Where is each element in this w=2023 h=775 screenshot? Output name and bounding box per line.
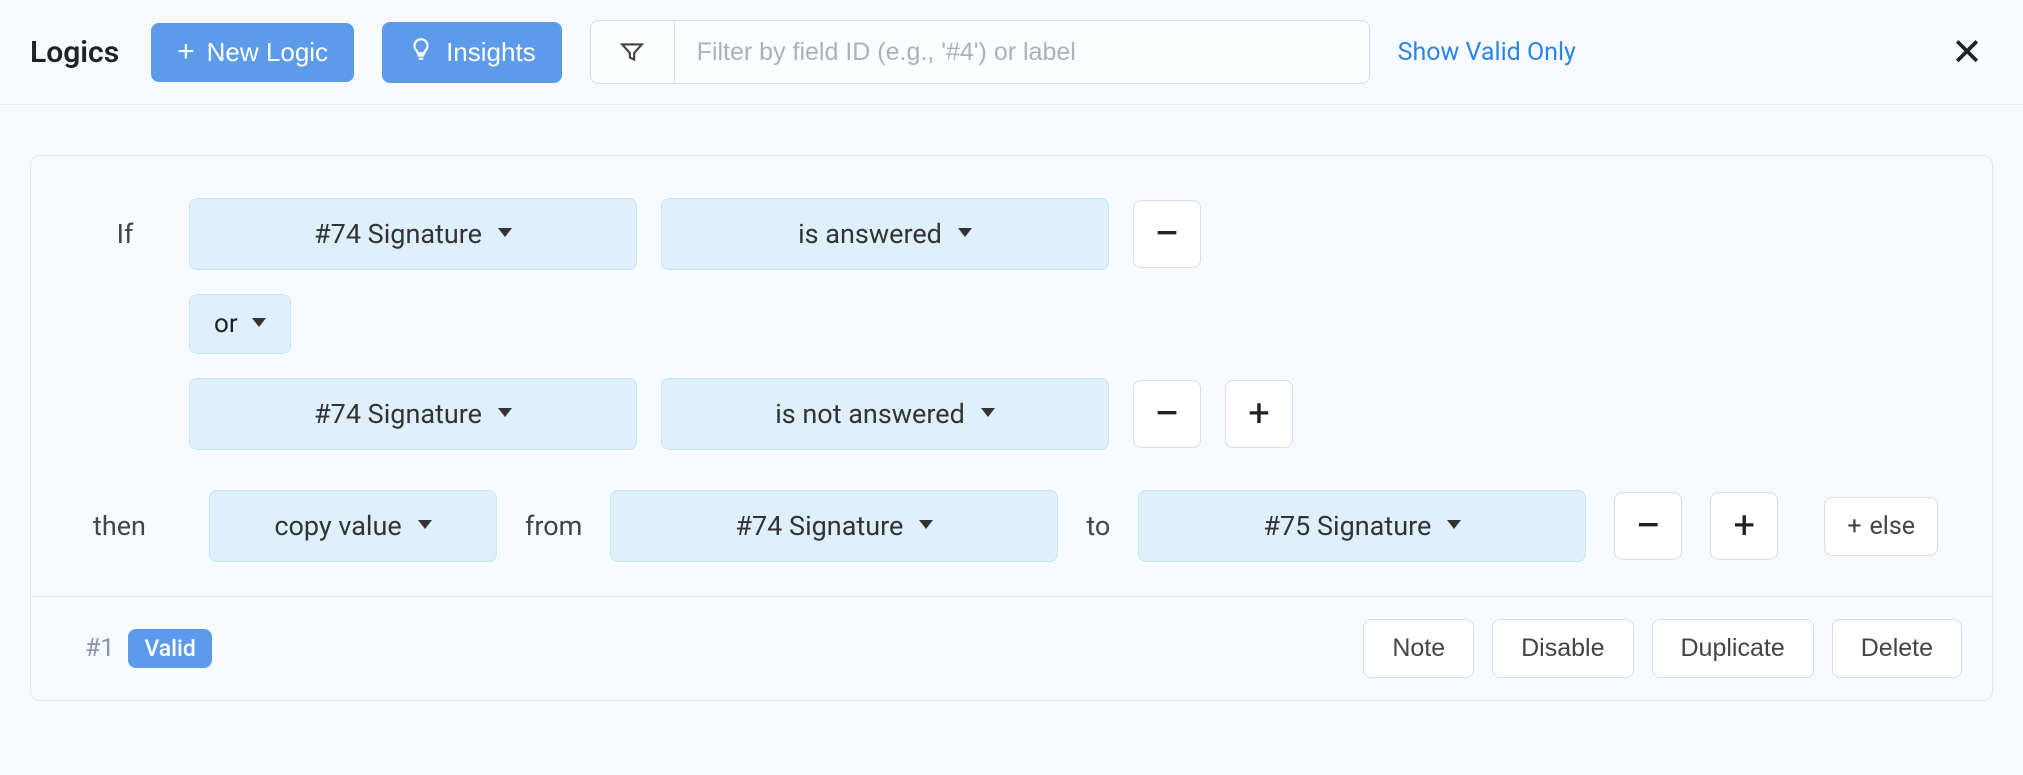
header-bar: Logics + New Logic Insights Show Valid O… — [0, 0, 2023, 105]
insights-button[interactable]: Insights — [382, 22, 562, 83]
delete-button[interactable]: Delete — [1832, 619, 1962, 678]
add-action-button[interactable]: + — [1710, 492, 1778, 560]
logic-connector-select[interactable]: or — [189, 294, 291, 354]
plus-icon: + — [177, 37, 195, 67]
logic-card: If #74 Signature is answered − or #74 Si… — [30, 155, 1993, 701]
filter-icon-button[interactable] — [591, 21, 675, 83]
close-icon[interactable]: ✕ — [1951, 30, 1993, 75]
disable-button[interactable]: Disable — [1492, 619, 1633, 678]
condition-row: #74 Signature is not answered − + — [85, 378, 1938, 450]
condition-field-label: #74 Signature — [314, 218, 482, 250]
else-label: else — [1870, 512, 1916, 541]
new-logic-button[interactable]: + New Logic — [151, 23, 354, 82]
chevron-down-icon — [919, 520, 933, 529]
condition-operator-select[interactable]: is answered — [661, 198, 1109, 270]
to-keyword: to — [1086, 510, 1110, 542]
action-to-select[interactable]: #75 Signature — [1138, 490, 1586, 562]
note-button[interactable]: Note — [1363, 619, 1474, 678]
action-row: then copy value from #74 Signature to #7… — [85, 490, 1938, 562]
action-type-select[interactable]: copy value — [209, 490, 497, 562]
or-label: or — [214, 309, 238, 339]
filter-input[interactable] — [675, 38, 1369, 67]
duplicate-button[interactable]: Duplicate — [1652, 619, 1814, 678]
add-else-button[interactable]: + else — [1824, 497, 1938, 556]
action-from-select[interactable]: #74 Signature — [610, 490, 1058, 562]
new-logic-label: New Logic — [207, 37, 328, 68]
remove-condition-button[interactable]: − — [1133, 200, 1201, 268]
chevron-down-icon — [958, 228, 972, 237]
action-from-label: #74 Signature — [735, 510, 903, 542]
remove-action-button[interactable]: − — [1614, 492, 1682, 560]
condition-operator-label: is not answered — [775, 398, 965, 430]
footer-actions: Note Disable Duplicate Delete — [1363, 619, 1962, 678]
lightbulb-icon — [408, 36, 434, 69]
page-title: Logics — [30, 35, 119, 70]
condition-field-label: #74 Signature — [314, 398, 482, 430]
status-badge: Valid — [128, 629, 211, 668]
insights-label: Insights — [446, 37, 536, 68]
then-keyword: then — [85, 510, 181, 542]
condition-operator-select[interactable]: is not answered — [661, 378, 1109, 450]
chevron-down-icon — [418, 520, 432, 529]
if-keyword: If — [85, 218, 165, 250]
rule-body: If #74 Signature is answered − or #74 Si… — [31, 156, 1992, 596]
remove-condition-button[interactable]: − — [1133, 380, 1201, 448]
condition-field-select[interactable]: #74 Signature — [189, 198, 637, 270]
chevron-down-icon — [498, 408, 512, 417]
chevron-down-icon — [981, 408, 995, 417]
chevron-down-icon — [252, 318, 266, 327]
funnel-icon — [619, 39, 645, 65]
plus-icon: + — [1847, 512, 1861, 541]
chevron-down-icon — [1447, 520, 1461, 529]
rule-index: #1 — [85, 634, 114, 663]
action-type-label: copy value — [274, 510, 401, 542]
from-keyword: from — [525, 510, 582, 542]
chevron-down-icon — [498, 228, 512, 237]
condition-row: If #74 Signature is answered − — [85, 198, 1938, 270]
show-valid-only-link[interactable]: Show Valid Only — [1398, 38, 1576, 67]
condition-operator-label: is answered — [798, 218, 942, 250]
add-condition-button[interactable]: + — [1225, 380, 1293, 448]
card-footer: #1 Valid Note Disable Duplicate Delete — [31, 596, 1992, 700]
action-to-label: #75 Signature — [1263, 510, 1431, 542]
filter-group — [590, 20, 1370, 84]
condition-field-select[interactable]: #74 Signature — [189, 378, 637, 450]
